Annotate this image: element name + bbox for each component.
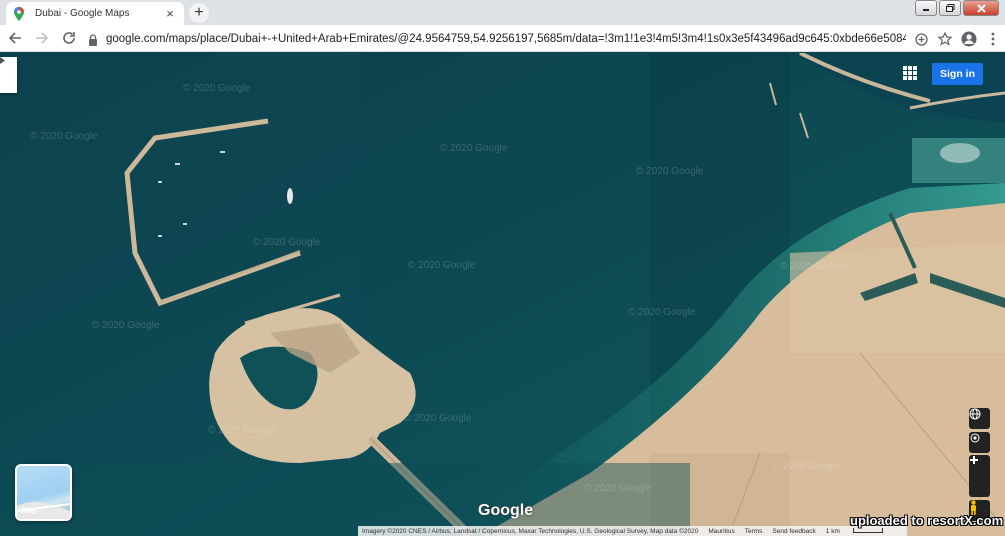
map-layer-toggle[interactable]: Map (15, 464, 72, 521)
scale-bar (852, 527, 883, 533)
google-logo: Google (478, 502, 534, 519)
reload-icon[interactable] (57, 26, 81, 50)
minimize-button[interactable] (915, 0, 937, 16)
maps-pin-icon (14, 6, 26, 21)
imagery-attribution: Imagery ©2020 CNES / Airbus, Landsat / C… (362, 527, 699, 535)
map-watermark: © 2020 Google (404, 413, 472, 424)
url-host: google.com (106, 32, 166, 45)
close-window-button[interactable] (963, 0, 999, 16)
map-watermark: © 2020 Google (183, 83, 251, 94)
map-watermark: © 2020 Google (628, 307, 696, 318)
map-watermark: © 2020 Google (780, 261, 848, 272)
map-canvas[interactable]: © 2020 Google © 2020 Google © 2020 Googl… (0, 53, 1005, 536)
zoom-out-button[interactable] (969, 459, 990, 497)
browser-toolbar: google.com/maps/place/Dubai+-+United+Ara… (0, 25, 1005, 52)
map-watermark: © 2020 Google (584, 483, 652, 494)
map-watermark: © 2020 Google (408, 260, 476, 271)
kebab-menu-icon[interactable] (983, 28, 1003, 50)
window-controls (915, 0, 999, 16)
send-feedback-link[interactable]: Send feedback (772, 528, 815, 535)
restore-button[interactable] (939, 0, 961, 16)
toolbar-actions (911, 28, 1003, 50)
satellite-imagery (0, 53, 1005, 536)
globe-view-button[interactable] (969, 408, 990, 429)
address-bar[interactable]: google.com/maps/place/Dubai+-+United+Ara… (82, 27, 922, 50)
url-path: /maps/place/Dubai+-+United+Arab+Emirates… (165, 32, 906, 45)
forward-arrow-icon[interactable] (30, 26, 54, 50)
url-text: google.com/maps/place/Dubai+-+United+Ara… (106, 33, 906, 45)
map-watermark: © 2020 Google (440, 143, 508, 154)
star-icon[interactable] (935, 28, 955, 50)
tab-close-icon[interactable]: × (164, 7, 176, 20)
map-watermark: © 2020 Google (30, 131, 98, 142)
back-arrow-icon[interactable] (3, 26, 27, 50)
map-watermark: © 2020 Google (773, 461, 841, 472)
lock-icon (88, 33, 98, 46)
map-watermark: © 2020 Google (253, 237, 321, 248)
zoom-controls (969, 455, 990, 497)
terms-link[interactable]: Terms (745, 528, 763, 535)
layer-label: Map (21, 506, 37, 515)
scale-label[interactable]: 1 km (825, 527, 893, 535)
my-location-button[interactable] (969, 432, 990, 453)
new-tab-button[interactable]: + (189, 3, 209, 23)
tab-bar: Dubai - Google Maps × + (0, 0, 1005, 25)
profile-icon[interactable] (959, 28, 979, 50)
upload-watermark: uploaded to resortX.com (850, 513, 1004, 528)
add-circle-icon[interactable] (911, 28, 931, 50)
map-watermark: © 2020 Google (208, 425, 276, 436)
side-panel-toggle[interactable] (0, 57, 17, 93)
region-label[interactable]: Mauritius (708, 528, 734, 535)
browser-tab[interactable]: Dubai - Google Maps × (6, 2, 184, 25)
map-footer: Imagery ©2020 CNES / Airbus, Landsat / C… (358, 526, 907, 536)
scale-text: 1 km (825, 527, 840, 535)
map-watermark: © 2020 Google (92, 320, 160, 331)
sign-in-button[interactable]: Sign in (932, 63, 983, 85)
map-watermark: © 2020 Google (636, 166, 704, 177)
apps-grid-icon[interactable] (903, 66, 917, 80)
tab-title: Dubai - Google Maps (35, 8, 130, 19)
